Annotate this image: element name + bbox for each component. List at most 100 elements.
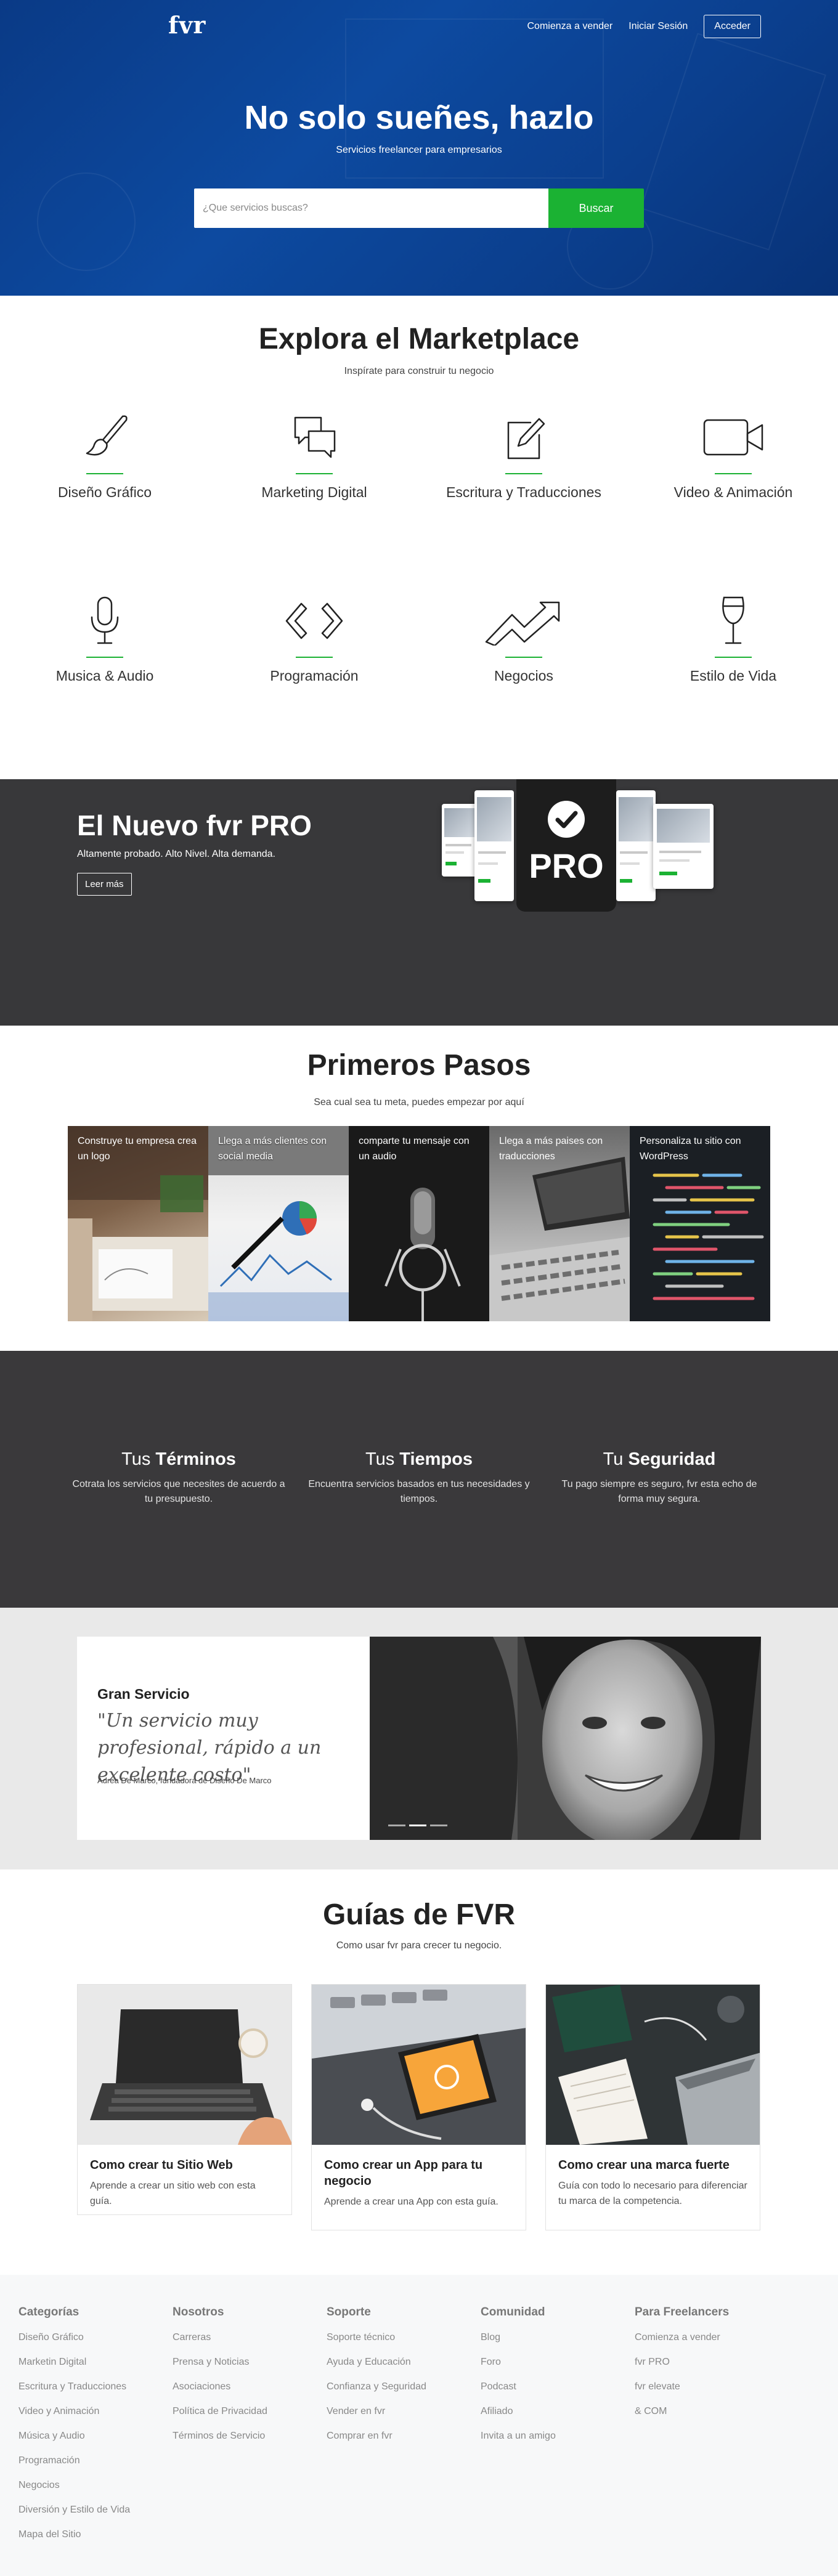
category-programming[interactable]: Programación bbox=[210, 596, 419, 684]
pro-badge: PRO bbox=[516, 779, 616, 912]
feature-prefix: Tus bbox=[365, 1449, 400, 1469]
footer-link[interactable]: Podcast bbox=[481, 2381, 635, 2393]
footer-column-freelancers: Para Freelancers Comienza a vender fvr P… bbox=[635, 2306, 789, 2430]
footer-link[interactable]: Programación bbox=[18, 2455, 173, 2467]
category-label: Musica & Audio bbox=[55, 668, 154, 684]
guide-title: Como crear una marca fuerte bbox=[558, 2158, 730, 2172]
footer-link[interactable]: Ayuda y Educación bbox=[327, 2356, 481, 2368]
footer-column-about: Nosotros Carreras Prensa y Noticias Asoc… bbox=[173, 2306, 327, 2455]
pro-card-preview bbox=[653, 804, 714, 889]
feature-heading: Términos bbox=[155, 1449, 236, 1469]
footer-column-categories: Categorías Diseño Gráfico Marketin Digit… bbox=[18, 2306, 173, 2553]
video-camera-icon bbox=[703, 419, 763, 456]
carousel-dot[interactable] bbox=[430, 1825, 447, 1826]
feature-prefix: Tu bbox=[603, 1449, 628, 1469]
category-writing-translation[interactable]: Escritura y Traducciones bbox=[419, 413, 628, 501]
footer-link[interactable]: Blog bbox=[481, 2331, 635, 2344]
first-step-tile-wordpress[interactable]: Personaliza tu sitio con WordPress bbox=[630, 1126, 770, 1321]
category-label: Negocios bbox=[494, 668, 553, 684]
feature-security: Tu Seguridad Tu pago siempre es seguro, … bbox=[548, 1449, 770, 1507]
footer-link[interactable]: Comprar en fvr bbox=[327, 2430, 481, 2442]
tile-caption: Llega a más paises con traducciones bbox=[499, 1136, 603, 1162]
category-business[interactable]: Negocios bbox=[419, 596, 628, 684]
footer-link[interactable]: Carreras bbox=[173, 2331, 327, 2344]
code-icon bbox=[285, 602, 343, 639]
first-step-tile-social[interactable]: Llega a más clientes con social media bbox=[208, 1126, 349, 1321]
guide-card-website[interactable]: Como crear tu Sitio Web Aprende a crear … bbox=[77, 1984, 292, 2215]
guide-card-brand[interactable]: Como crear una marca fuerte Guía con tod… bbox=[545, 1984, 760, 2230]
first-step-tile-translation[interactable]: Llega a más paises con traducciones bbox=[489, 1126, 630, 1321]
guide-image bbox=[546, 1985, 760, 2145]
feature-text: Cotrata los servicios que necesites de a… bbox=[72, 1479, 285, 1504]
category-graphic-design[interactable]: Diseño Gráfico bbox=[0, 413, 210, 501]
hero-subtitle: Servicios freelancer para empresarios bbox=[336, 145, 502, 155]
footer-link[interactable]: Video y Animación bbox=[18, 2405, 173, 2418]
category-video-animation[interactable]: Video & Animación bbox=[628, 413, 838, 501]
search-button[interactable]: Buscar bbox=[548, 188, 644, 228]
category-music-audio[interactable]: Musica & Audio bbox=[0, 596, 210, 684]
carousel-dot[interactable] bbox=[388, 1825, 405, 1826]
chat-bubbles-icon bbox=[294, 416, 336, 458]
guides-title: Guías de FVR bbox=[322, 1898, 516, 1931]
footer-link[interactable]: Confianza y Seguridad bbox=[327, 2381, 481, 2393]
pro-card-preview bbox=[442, 804, 479, 877]
logo[interactable]: fvr bbox=[168, 11, 206, 39]
hero-title: No solo sueñes, hazlo bbox=[244, 99, 594, 136]
first-step-tile-logo[interactable]: Construye tu empresa crea un logo bbox=[68, 1126, 208, 1321]
footer-link[interactable]: Diseño Gráfico bbox=[18, 2331, 173, 2344]
footer-link[interactable]: Diversión y Estilo de Vida bbox=[18, 2504, 173, 2516]
testimonial-title: Gran Servicio bbox=[97, 1686, 190, 1702]
brush-icon bbox=[86, 415, 128, 456]
footer-link[interactable]: Negocios bbox=[18, 2479, 173, 2492]
footer-link[interactable]: fvr elevate bbox=[635, 2381, 789, 2393]
footer-link[interactable]: Foro bbox=[481, 2356, 635, 2368]
footer-link[interactable]: Música y Audio bbox=[18, 2430, 173, 2442]
access-button[interactable]: Acceder bbox=[704, 15, 761, 38]
top-nav: Comienza a vender Iniciar Sesión Acceder bbox=[527, 15, 761, 38]
footer-link[interactable]: & COM bbox=[635, 2405, 789, 2418]
footer-link[interactable]: Asociaciones bbox=[173, 2381, 327, 2393]
search-input[interactable] bbox=[194, 188, 548, 228]
read-more-button[interactable]: Leer más bbox=[77, 873, 132, 896]
category-label: Programación bbox=[270, 668, 359, 684]
footer-link[interactable]: Soporte técnico bbox=[327, 2331, 481, 2344]
footer-link[interactable]: Mapa del Sitio bbox=[18, 2529, 173, 2541]
footer-link[interactable]: Términos de Servicio bbox=[173, 2430, 327, 2442]
footer-link[interactable]: Escritura y Traducciones bbox=[18, 2381, 173, 2393]
category-label: Estilo de Vida bbox=[690, 668, 777, 684]
footer-link[interactable]: Política de Privacidad bbox=[173, 2405, 327, 2418]
carousel-dots[interactable] bbox=[388, 1825, 447, 1826]
footer-link[interactable]: Vender en fvr bbox=[327, 2405, 481, 2418]
tile-caption: comparte tu mensaje con un audio bbox=[359, 1136, 470, 1162]
nav-login-link[interactable]: Iniciar Sesión bbox=[628, 21, 688, 32]
search-bar: Buscar bbox=[194, 188, 644, 228]
footer-link[interactable]: Afiliado bbox=[481, 2405, 635, 2418]
pencil-square-icon bbox=[507, 418, 545, 460]
footer-link[interactable]: Marketin Digital bbox=[18, 2356, 173, 2368]
footer-column-community: Comunidad Blog Foro Podcast Afiliado Inv… bbox=[481, 2306, 635, 2455]
carousel-dot-active[interactable] bbox=[409, 1825, 426, 1826]
guide-image bbox=[78, 1985, 291, 2145]
category-digital-marketing[interactable]: Marketing Digital bbox=[210, 413, 419, 501]
footer-link[interactable]: fvr PRO bbox=[635, 2356, 789, 2368]
footer-link[interactable]: Prensa y Noticias bbox=[173, 2356, 327, 2368]
footer-link[interactable]: Invita a un amigo bbox=[481, 2430, 635, 2442]
pro-section: El Nuevo fvr PRO Altamente probado. Alto… bbox=[0, 779, 838, 1026]
category-label: Video & Animación bbox=[673, 484, 793, 500]
feature-heading: Seguridad bbox=[628, 1449, 716, 1469]
hero-section: fvr Comienza a vender Iniciar Sesión Acc… bbox=[0, 0, 838, 296]
footer: Categorías Diseño Gráfico Marketin Digit… bbox=[0, 2275, 838, 2576]
category-lifestyle[interactable]: Estilo de Vida bbox=[628, 596, 838, 684]
marketplace-subtitle: Inspírate para construir tu negocio bbox=[344, 366, 494, 376]
footer-link[interactable]: Comienza a vender bbox=[635, 2331, 789, 2344]
nav-start-selling-link[interactable]: Comienza a vender bbox=[527, 21, 613, 32]
feature-terms: Tus Términos Cotrata los servicios que n… bbox=[68, 1449, 290, 1507]
footer-column-title: Nosotros bbox=[173, 2306, 224, 2319]
guide-card-app[interactable]: Como crear un App para tu negocio Aprend… bbox=[311, 1984, 526, 2230]
first-step-tile-audio[interactable]: comparte tu mensaje con un audio bbox=[349, 1126, 489, 1321]
marketplace-title: Explora el Marketplace bbox=[258, 323, 580, 355]
testimonial-author: Adrea De Marco, fundadora de Diseño De M… bbox=[97, 1776, 272, 1785]
feature-heading: Tiempos bbox=[399, 1449, 473, 1469]
phone-illustration bbox=[312, 1985, 526, 2145]
guide-desc: Aprende a crear un sitio web con esta gu… bbox=[90, 2181, 256, 2206]
